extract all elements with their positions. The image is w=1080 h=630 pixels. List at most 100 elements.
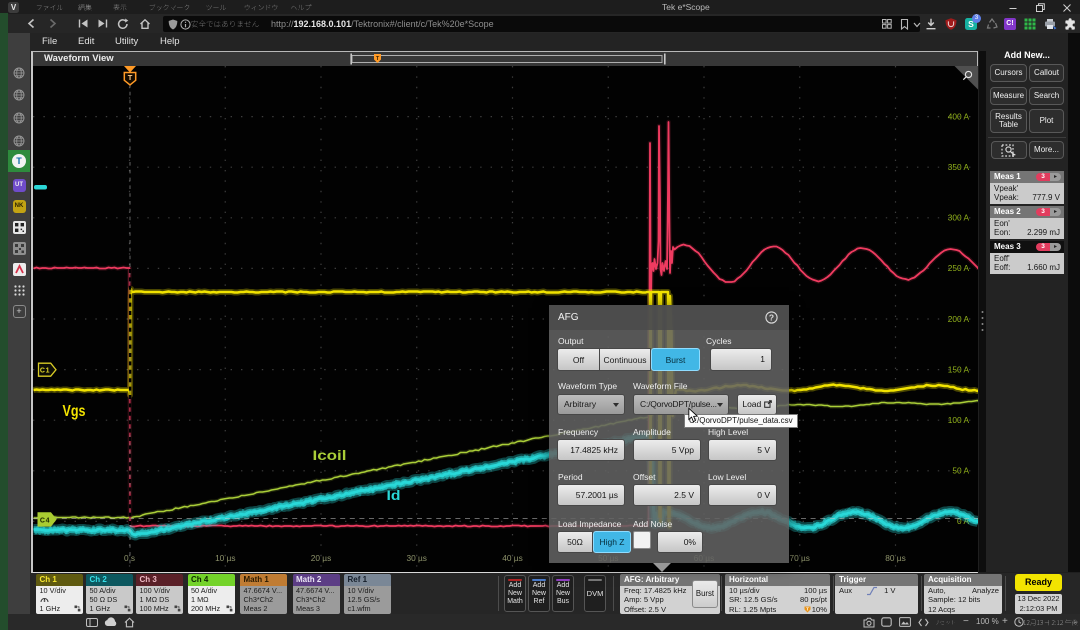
add-web-panel-button[interactable]: + xyxy=(13,305,26,318)
channel-badge-ref1[interactable]: Ref 110 V/div12.5 GS/sc1.wfm xyxy=(344,574,391,614)
forward-button[interactable] xyxy=(47,18,58,29)
afg-impedance-50[interactable]: 50Ω xyxy=(557,531,593,553)
trigger-badge[interactable]: TriggerAux1 V xyxy=(835,574,918,614)
channel-badge-ch3[interactable]: Ch 3100 V/div1 MΩ DS100 MHz xyxy=(136,574,183,614)
channel-badge-ch4[interactable]: Ch 450 A/div1 MΩ200 MHz xyxy=(188,574,235,614)
afg-offset_value-input[interactable]: 2.5 V xyxy=(633,484,701,506)
add-ref-button[interactable]: AddNewRefAdd New Ref xyxy=(528,575,550,612)
ublock-extension-icon[interactable] xyxy=(945,18,957,30)
web-panel-ut-icon[interactable]: UT xyxy=(13,179,26,192)
web-panel-a-icon[interactable] xyxy=(13,263,26,276)
close-button[interactable] xyxy=(1062,3,1072,13)
horizontal-badge[interactable]: Horizontal10 µs/div100 µsSR: 12.5 GS/s80… xyxy=(725,574,830,614)
channel-badge-math1[interactable]: Math 147.6674 V...Ch3*Ch2Meas 2 xyxy=(240,574,287,614)
waveform-plot[interactable]: 400 A350 A300 A250 A200 A150 A100 A50 A0… xyxy=(33,66,978,572)
fastforward-button[interactable] xyxy=(97,19,108,28)
maximize-button[interactable] xyxy=(1035,3,1045,13)
web-panel-nk-icon[interactable]: NK xyxy=(13,200,26,213)
afg-burst-button[interactable]: Burst xyxy=(692,580,718,608)
web-panel-qr-icon[interactable] xyxy=(13,221,26,234)
dvm-button[interactable]: DVM xyxy=(584,575,606,612)
scope-menu-edit[interactable]: Edit xyxy=(78,33,94,51)
download-icon[interactable] xyxy=(925,18,937,30)
home-status-icon[interactable] xyxy=(124,617,135,628)
web-panel-icon-3[interactable] xyxy=(13,112,25,124)
channel-badge-ch2[interactable]: Ch 250 A/div50 Ω DS1 GHz xyxy=(86,574,133,614)
web-panel-active[interactable]: T xyxy=(8,150,30,172)
url-bar[interactable]: 安全ではありませんhttp://192.168.0.101/Tektronix#… xyxy=(163,16,920,32)
channel-badge-math2[interactable]: Math 247.6674 V...Ch3*Ch2Meas 3 xyxy=(293,574,340,614)
scope-menu-help[interactable]: Help xyxy=(160,33,180,51)
afg-cycles-input[interactable]: 1 xyxy=(710,348,772,371)
measurement-badge-2[interactable]: Meas 23▸Eon'Eon:2.299 mJ xyxy=(990,206,1064,239)
sync-cloud-icon[interactable] xyxy=(104,617,118,627)
home-button[interactable] xyxy=(139,18,151,30)
afg-waveform-file-dropdown[interactable]: C:/QorvoDPT/pulse... xyxy=(633,394,729,415)
zoom-select-button[interactable] xyxy=(991,141,1027,159)
help-icon[interactable]: ? xyxy=(765,311,778,324)
minimize-button[interactable] xyxy=(1008,3,1018,13)
vivaldi-logo-icon[interactable]: V xyxy=(8,2,19,13)
measurement-badge-3[interactable]: Meas 33▸Eoff'Eoff:1.660 mJ xyxy=(990,241,1064,274)
rewind-button[interactable] xyxy=(78,19,89,28)
web-panel-grid-icon[interactable] xyxy=(13,242,26,255)
record-minimap[interactable]: T xyxy=(350,53,666,65)
code-toggle-icon[interactable] xyxy=(918,618,929,627)
scope-menu-file[interactable]: File xyxy=(42,33,57,51)
afg-dialog-title[interactable]: AFG? xyxy=(549,305,789,330)
add-callout-button[interactable]: Callout xyxy=(1029,64,1064,82)
extensions-puzzle-icon[interactable] xyxy=(1064,18,1076,30)
afg-frequency_value-input[interactable]: 17.4825 kHz xyxy=(557,439,625,461)
recycle-extension-icon[interactable] xyxy=(986,18,998,30)
scope-menu-utility[interactable]: Utility xyxy=(115,33,138,51)
minimap-trigger-marker[interactable]: T xyxy=(374,54,381,63)
web-panel-icon-2[interactable] xyxy=(13,89,25,101)
afg-load-button[interactable]: Load xyxy=(737,394,777,415)
acquisition-badge[interactable]: AcquisitionAuto,AnalyzeSample: 12 bits12… xyxy=(924,574,1002,614)
session-extension-icon[interactable]: S3 xyxy=(965,18,977,30)
channel-badge-ch1[interactable]: Ch 110 V/div1 GHz xyxy=(36,574,83,614)
add-measure-button[interactable]: Measure xyxy=(990,87,1027,105)
web-panel-icon-1[interactable] xyxy=(13,67,25,79)
capture-icon[interactable] xyxy=(863,617,875,628)
zoom-out-button[interactable]: − xyxy=(963,614,969,630)
afg-period_value-input[interactable]: 57.2001 µs xyxy=(557,484,625,506)
afg-output-off[interactable]: Off xyxy=(557,348,600,371)
drag-handle-dots[interactable] xyxy=(980,309,985,333)
add-results_table-button[interactable]: Results Table xyxy=(990,109,1027,133)
afg-waveform-type-dropdown[interactable]: Arbitrary xyxy=(557,394,625,415)
add-math-button[interactable]: AddNewMathAdd New Math xyxy=(504,575,526,612)
web-panel-dots-icon[interactable] xyxy=(13,284,26,297)
add-more-button[interactable]: More... xyxy=(1029,141,1064,159)
bookmark-flag-icon[interactable] xyxy=(900,19,909,30)
grid-extension-icon[interactable] xyxy=(1024,18,1036,30)
office-extension-icon[interactable]: C! xyxy=(1004,18,1016,30)
add-search-button[interactable]: Search xyxy=(1029,87,1064,105)
afg-low_level_value-input[interactable]: 0 V xyxy=(708,484,777,506)
afg-output-continuous[interactable]: Continuous xyxy=(600,348,651,371)
zoom-in-button[interactable]: + xyxy=(1002,614,1008,630)
afg-badge[interactable]: AFG: ArbitraryFreq: 17.4825 kHzAmp: 5 Vp… xyxy=(620,574,720,614)
add-plot-button[interactable]: Plot xyxy=(1029,109,1064,133)
afg-output-burst[interactable]: Burst xyxy=(651,348,700,371)
print-extension-icon[interactable] xyxy=(1044,18,1057,30)
images-toggle-icon[interactable] xyxy=(899,617,911,627)
afg-amplitude_label: Amplitude xyxy=(633,427,671,437)
afg-amplitude_value-input[interactable]: 5 Vpp xyxy=(633,439,701,461)
web-panel-icon-4[interactable] xyxy=(13,135,25,147)
urlbar-dropdown-caret[interactable] xyxy=(913,22,921,28)
back-button[interactable] xyxy=(26,18,37,29)
panel-toggle-icon[interactable] xyxy=(86,618,98,627)
add-cursors-button[interactable]: Cursors xyxy=(990,64,1027,82)
zoom-select-icon xyxy=(1001,144,1017,157)
tiling-icon[interactable] xyxy=(881,617,892,627)
afg-high_level_value-input[interactable]: 5 V xyxy=(708,439,777,461)
afg-impedance-highz[interactable]: High Z xyxy=(593,531,631,553)
reload-button[interactable] xyxy=(117,18,129,30)
add-bus-button[interactable]: AddNewBusAdd New Bus xyxy=(552,575,574,612)
shield-icon[interactable] xyxy=(168,19,178,30)
afg-noise-checkbox[interactable] xyxy=(633,531,651,549)
measurement-badge-1[interactable]: Meas 13▸Vpeak'Vpeak:777.9 V xyxy=(990,171,1064,204)
afg-noise-input[interactable]: 0% xyxy=(657,531,703,553)
tiles-icon[interactable] xyxy=(882,19,892,29)
